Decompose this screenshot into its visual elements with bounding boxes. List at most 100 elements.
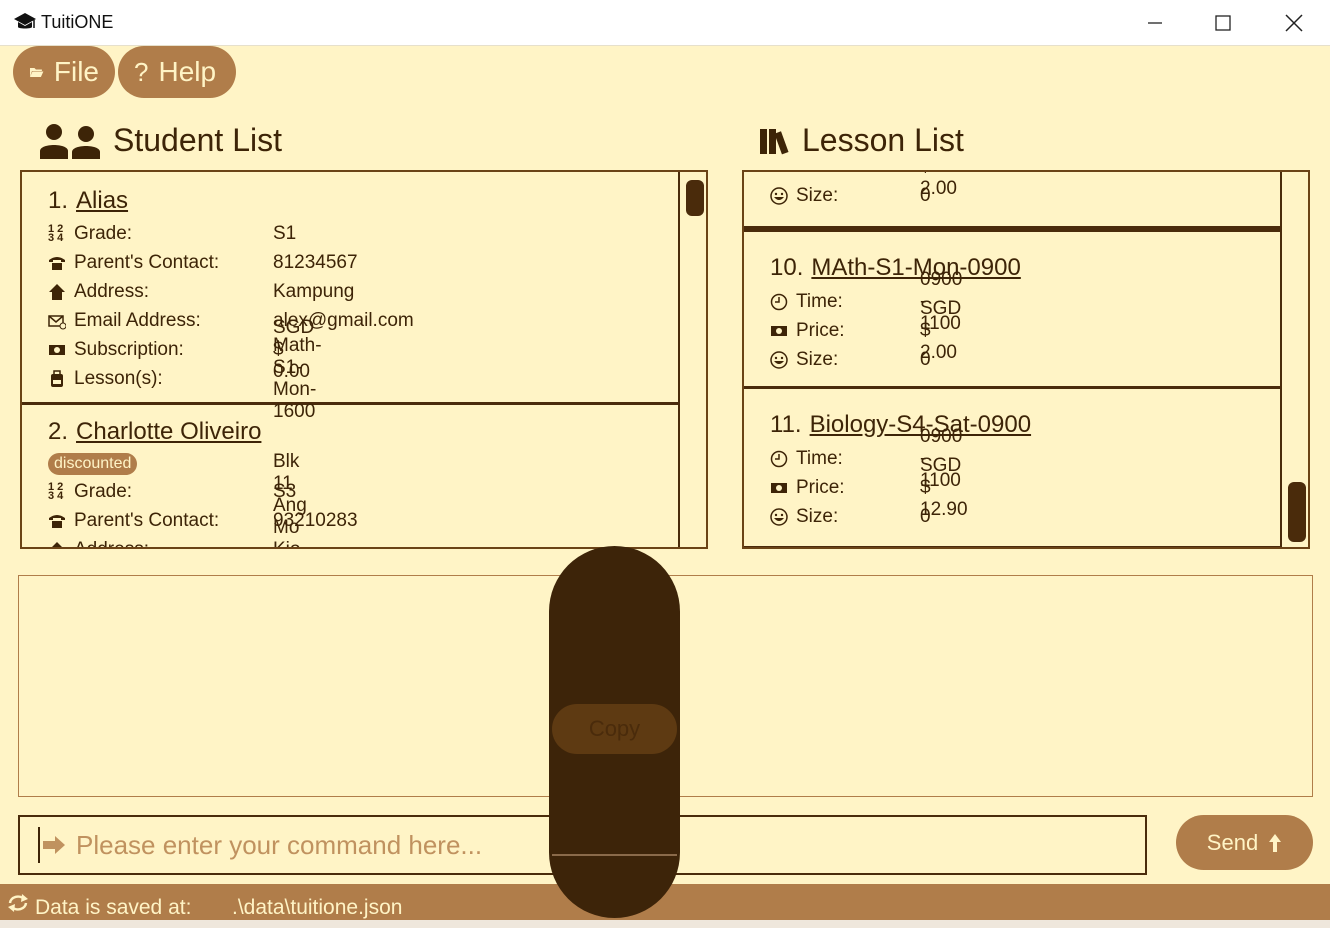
lesson-card-partial[interactable]: Price: SGD $ 2.00 Size: 0 <box>744 170 1282 229</box>
maximize-button[interactable] <box>1193 0 1253 45</box>
home-icon <box>49 284 65 300</box>
lessons-row: Lesson(s): Math-S1-Mon-1600 <box>48 335 322 422</box>
lesson-card-title: 11. Biology-S4-Sat-0900 <box>770 411 1031 439</box>
address-row: Address: Blk 11 Ang Mo Kio Street 74, #1… <box>48 451 307 547</box>
money-icon <box>49 345 65 355</box>
size-label: Size: <box>796 349 839 370</box>
minimize-button[interactable] <box>1125 0 1185 45</box>
sync-icon <box>8 894 28 912</box>
smiley-icon <box>770 508 788 526</box>
arrow-up-icon <box>1269 833 1282 852</box>
question-icon: ? <box>134 56 149 87</box>
send-label: Send <box>1206 829 1259 855</box>
window-title: TuitiONE <box>41 12 114 32</box>
home-icon <box>52 542 62 547</box>
student-tag: discounted <box>48 453 138 475</box>
size-value: 0 <box>920 506 931 527</box>
lesson-card-title: 10. MAth-S1-Mon-0900 <box>770 254 1021 282</box>
minimize-icon <box>1148 21 1162 24</box>
size-row: Size: 0 <box>770 183 931 209</box>
price-label: Price: <box>796 477 845 498</box>
student-card-title: 1. Alias <box>48 187 128 215</box>
address-label: Address: <box>74 539 149 547</box>
email-label: Email Address: <box>74 310 201 331</box>
student-list[interactable]: 1. Alias 1 23 4 Grade: S1 Parent's Contac… <box>20 170 708 549</box>
lesson-index: 10. <box>770 254 804 281</box>
address-label: Address: <box>74 281 149 302</box>
student-list-scrollbar[interactable] <box>682 172 706 547</box>
students-icon <box>40 124 100 159</box>
student-card[interactable]: 2. Charlotte Oliveiro discounted 1 23 4 G… <box>22 405 680 547</box>
lesson-card[interactable]: 11. Biology-S4-Sat-0900 Time: 0900 - 1100… <box>744 389 1282 547</box>
status-label: Data is saved at: <box>35 896 192 919</box>
student-index: 1. <box>48 187 69 214</box>
contact-value: 81234567 <box>273 252 358 273</box>
money-icon <box>771 326 787 336</box>
student-name: Alias <box>76 187 129 214</box>
arrow-right-icon <box>43 836 65 854</box>
text-cursor <box>38 827 40 863</box>
student-scroll-thumb[interactable] <box>686 180 704 216</box>
lesson-name: MAth-S1-Mon-0900 <box>811 254 1021 281</box>
smiley-icon <box>770 187 788 205</box>
time-row: Time: 0900 - 1100 <box>770 426 962 491</box>
close-button[interactable] <box>1264 0 1324 45</box>
money-icon <box>770 170 788 176</box>
save-path: .\data\tuitione.json <box>232 896 403 919</box>
grade-value: S1 <box>273 223 297 244</box>
subscription-row: Subscription: SGD $ 0.00 <box>48 317 314 382</box>
price-label: Price: <box>796 172 845 178</box>
grade-label: Grade: <box>74 481 133 502</box>
phone-icon <box>49 257 65 270</box>
title-bar: TuitiONE <box>0 0 1330 46</box>
grade-icon: 1 23 4 <box>48 223 64 244</box>
copy-button[interactable]: Copy <box>552 704 677 754</box>
student-list-title: Student List <box>113 122 282 158</box>
time-label: Time: <box>796 291 843 312</box>
email-icon <box>48 315 66 330</box>
maximize-icon <box>1215 14 1231 31</box>
file-menu-label: File <box>53 56 99 87</box>
email-row: Email Address: alex@gmail.com <box>48 308 414 334</box>
backpack-icon <box>51 370 63 387</box>
time-row: Time: 0900 - 1100 <box>770 269 962 334</box>
student-card[interactable]: 1. Alias 1 23 4 Grade: S1 Parent's Contac… <box>22 172 680 422</box>
money-icon <box>771 483 787 493</box>
lesson-scroll-thumb[interactable] <box>1288 482 1306 542</box>
lesson-list-scrollbar[interactable] <box>1284 172 1308 547</box>
help-menu-button[interactable]: ? Help <box>118 46 236 98</box>
grade-row: 1 23 4 Grade: S3 <box>48 479 296 505</box>
student-index: 2. <box>48 418 69 445</box>
lesson-card[interactable]: 10. MAth-S1-Mon-0900 Time: 0900 - 1100 Pr… <box>744 229 1282 389</box>
folder-open-icon <box>29 68 44 77</box>
size-value: 0 <box>920 349 931 370</box>
size-label: Size: <box>796 185 839 206</box>
contact-label: Parent's Contact: <box>74 510 220 531</box>
address-value: Kampung <box>273 281 355 302</box>
lessons-label: Lesson(s): <box>74 368 163 389</box>
graduation-cap-icon <box>14 13 36 29</box>
smiley-icon <box>770 351 788 369</box>
address-value: Blk 11 Ang Mo Kio Street 74, #11-04 <box>273 451 307 547</box>
lesson-list[interactable]: Price: SGD $ 2.00 Size: 0 10. MAth-S1-Mon… <box>742 170 1310 549</box>
price-row: Price: SGD $ 2.00 <box>770 170 957 199</box>
grade-label: Grade: <box>74 223 133 244</box>
time-label: Time: <box>796 448 843 469</box>
status-bottom-strip <box>0 920 1330 928</box>
grade-row: 1 23 4 Grade: S1 <box>48 221 296 247</box>
student-card-title: 2. Charlotte Oliveiro <box>48 418 261 446</box>
close-icon <box>1285 13 1303 32</box>
lesson-list-title: Lesson List <box>802 122 964 158</box>
subscription-label: Subscription: <box>74 339 184 360</box>
clock-icon <box>770 450 788 468</box>
price-row: Price: SGD $ 12.90 <box>770 455 968 520</box>
popup-divider <box>552 854 677 856</box>
send-button[interactable]: Send <box>1176 815 1313 870</box>
grade-icon: 1 23 4 <box>48 481 64 502</box>
size-row: Size: 0 <box>770 347 931 373</box>
student-name: Charlotte Oliveiro <box>76 418 262 445</box>
file-menu-button[interactable]: File <box>13 46 115 98</box>
phone-icon <box>49 515 65 528</box>
help-menu-label: Help <box>158 56 217 87</box>
lesson-index: 11. <box>770 411 802 438</box>
